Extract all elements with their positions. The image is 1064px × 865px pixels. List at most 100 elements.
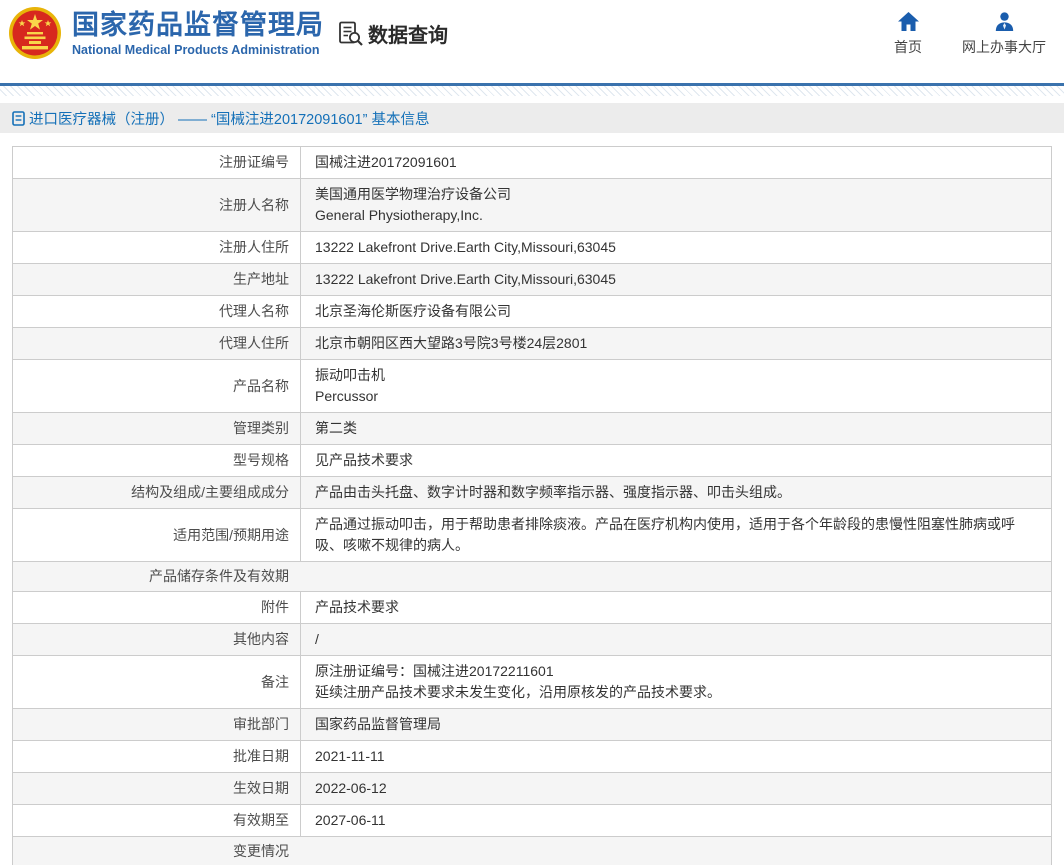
row-value-line: 13222 Lakefront Drive.Earth City,Missour… [315,271,616,287]
document-search-icon [339,21,363,46]
row-value: 北京市朝阳区西大望路3号院3号楼24层2801 [301,328,1051,359]
nav-home[interactable]: 首页 [888,12,928,57]
row-value: 见产品技术要求 [301,445,1051,476]
row-value-line: 第二类 [315,420,357,436]
brand-logo-link[interactable]: 国家药品监督管理局 National Medical Products Admi… [8,6,324,60]
nav-service-hall[interactable]: 网上办事大厅 [962,12,1046,57]
row-label: 结构及组成/主要组成成分 [13,477,301,508]
breadcrumb-text: 进口医疗器械（注册） —— “国械注进20172091601” 基本信息 [29,111,430,128]
table-row: 注册人住所 13222 Lakefront Drive.Earth City,Mi… [13,232,1051,264]
site-subtitle: National Medical Products Administration [72,43,320,57]
row-value [301,837,1051,865]
table-row: 代理人名称 北京圣海伦斯医疗设备有限公司 [13,296,1051,328]
row-label-text: 备注 [261,673,289,690]
row-value-line: / [315,631,319,647]
document-icon [12,110,25,126]
row-label: 生效日期 [13,773,301,804]
row-label-text: 审批部门 [233,716,289,732]
table-row: 其他内容 / [13,624,1051,656]
row-label: 附件 [13,592,301,623]
row-label-text: 代理人住所 [219,335,289,351]
row-value-line: 产品通过振动叩击，用于帮助患者排除痰液。产品在医疗机构内使用，适用于各个年龄段的… [315,516,1015,553]
row-label-text: 其他内容 [233,631,289,647]
row-label: 型号规格 [13,445,301,476]
row-label-text: 批准日期 [233,748,289,764]
row-label: 代理人名称 [13,296,301,327]
row-value: / [301,624,1051,655]
row-value: 国械注进20172091601 [301,147,1051,178]
row-label-text: 注册证编号 [219,154,289,170]
row-value-line: 13222 Lakefront Drive.Earth City,Missour… [315,239,616,255]
row-label: 适用范围/预期用途 [13,509,301,561]
row-value: 13222 Lakefront Drive.Earth City,Missour… [301,232,1051,263]
row-label-text: 变更情况 [233,843,289,859]
row-label-text: 代理人名称 [219,303,289,319]
row-label: 代理人住所 [13,328,301,359]
row-value: 2022-06-12 [301,773,1051,804]
breadcrumb[interactable]: 进口医疗器械（注册） —— “国械注进20172091601” 基本信息 [0,103,1064,133]
table-row: 变更情况 [13,837,1051,865]
site-header: 国家药品监督管理局 National Medical Products Admi… [0,0,1064,83]
nav-hall-label: 网上办事大厅 [962,39,1046,55]
row-label-text: 生产地址 [233,271,289,287]
row-value-line: 产品由击头托盘、数字计时器和数字频率指示器、强度指示器、叩击头组成。 [315,484,791,500]
row-value-line: 北京市朝阳区西大望路3号院3号楼24层2801 [315,335,588,351]
table-row: 注册人名称 美国通用医学物理治疗设备公司 General Physiotherapy… [13,179,1051,232]
table-row: 生效日期 2022-06-12 [13,773,1051,805]
row-value: 振动叩击机 Percussor [301,360,1051,412]
row-value: 美国通用医学物理治疗设备公司 General Physiotherapy,Inc. [301,179,1051,231]
nav-home-label: 首页 [894,39,922,55]
table-row: 产品储存条件及有效期 [13,562,1051,592]
row-label-text: 产品名称 [233,377,289,394]
row-value-line: 2022-06-12 [315,780,387,796]
data-query-section[interactable]: 数据查询 [337,19,448,48]
row-value: 2027-06-11 [301,805,1051,836]
table-row: 管理类别 第二类 [13,413,1051,445]
row-value: 原注册证编号：国械注进20172211601 延续注册产品技术要求未发生变化，沿用… [301,656,1051,708]
row-value-line: 延续注册产品技术要求未发生变化，沿用原核发的产品技术要求。 [315,684,721,700]
row-label: 备注 [13,656,301,708]
row-label-text: 有效期至 [233,812,289,828]
table-row: 生产地址 13222 Lakefront Drive.Earth City,Mis… [13,264,1051,296]
row-value: 产品由击头托盘、数字计时器和数字频率指示器、强度指示器、叩击头组成。 [301,477,1051,508]
row-label-text: 结构及组成/主要组成成分 [131,484,289,500]
row-label: 有效期至 [13,805,301,836]
row-value: 产品通过振动叩击，用于帮助患者排除痰液。产品在医疗机构内使用，适用于各个年龄段的… [301,509,1051,561]
row-label: 管理类别 [13,413,301,444]
row-value-line: 原注册证编号：国械注进20172211601 [315,663,554,679]
home-icon [897,12,919,31]
table-row: 批准日期 2021-11-11 [13,741,1051,773]
registration-table: 注册证编号 国械注进20172091601 注册人名称 美国通用医学物理治疗设备公司 G… [12,146,1052,865]
row-label: 变更情况 [13,837,301,865]
header-divider-stripe [0,83,1064,96]
row-label-text: 生效日期 [233,780,289,796]
row-value-line: 2027-06-11 [315,812,386,828]
row-value-line: 振动叩击机 [315,367,385,383]
row-label-text: 产品储存条件及有效期 [149,568,289,584]
row-label-text: 管理类别 [233,420,289,436]
brand-text: 国家药品监督管理局 National Medical Products Admi… [72,9,324,57]
row-value-line: 美国通用医学物理治疗设备公司 [315,186,511,202]
row-label: 注册人住所 [13,232,301,263]
row-value: 13222 Lakefront Drive.Earth City,Missour… [301,264,1051,295]
table-row: 产品名称 振动叩击机 Percussor [13,360,1051,413]
table-row: 注册证编号 国械注进20172091601 [13,147,1051,179]
data-query-label: 数据查询 [368,25,448,47]
site-title: 国家药品监督管理局 [72,10,324,40]
row-label-text: 附件 [261,599,289,615]
row-value-line: 见产品技术要求 [315,452,413,468]
person-icon [995,12,1013,31]
row-value-line: 北京圣海伦斯医疗设备有限公司 [315,303,511,319]
row-value: 第二类 [301,413,1051,444]
row-label: 注册证编号 [13,147,301,178]
row-label: 审批部门 [13,709,301,740]
row-label: 产品储存条件及有效期 [13,562,301,591]
row-value: 北京圣海伦斯医疗设备有限公司 [301,296,1051,327]
table-row: 结构及组成/主要组成成分 产品由击头托盘、数字计时器和数字频率指示器、强度指示器、… [13,477,1051,509]
row-label-text: 注册人名称 [219,196,289,213]
national-emblem-icon [9,7,61,59]
row-value: 国家药品监督管理局 [301,709,1051,740]
row-value: 产品技术要求 [301,592,1051,623]
table-row: 附件 产品技术要求 [13,592,1051,624]
row-value-line: Percussor [315,388,379,404]
